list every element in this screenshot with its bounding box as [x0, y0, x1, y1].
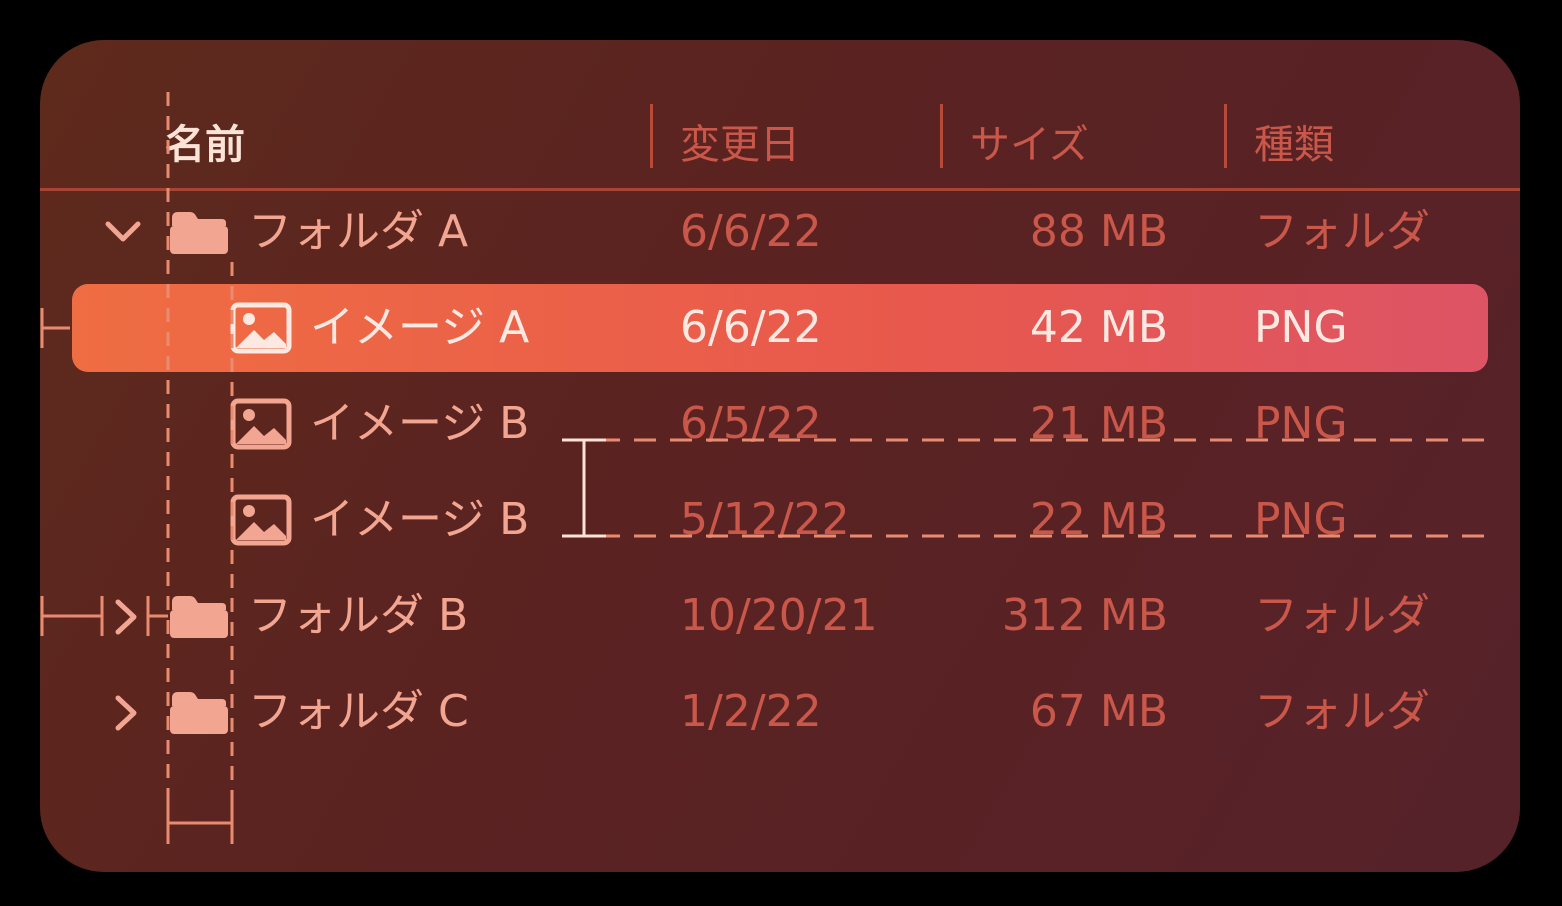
spacing-guides-overlay	[40, 92, 1495, 844]
file-list-panel: 名前 変更日 サイズ 種類 フォルダ A 6/6/22 88 MB フォルダ イ…	[40, 40, 1520, 872]
row-height-marker	[562, 438, 606, 538]
spacing-markers	[40, 308, 234, 844]
